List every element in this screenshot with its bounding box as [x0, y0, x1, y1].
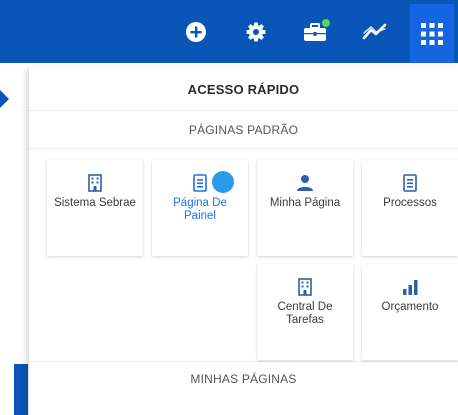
- settings-button[interactable]: [237, 12, 275, 52]
- default-pages-heading: PÁGINAS PADRÃO: [29, 111, 458, 149]
- document-icon: [403, 174, 417, 192]
- tile-label: Sistema Sebrae: [54, 197, 136, 209]
- background-sidebar: [14, 364, 28, 415]
- tile-label: Minha Página: [269, 197, 341, 209]
- person-icon: [297, 175, 313, 191]
- trend-chart-icon: [362, 23, 387, 40]
- add-button[interactable]: [177, 12, 215, 52]
- tile-sistema-sebrae[interactable]: Sistema Sebrae: [47, 160, 143, 256]
- gear-icon: [246, 22, 266, 42]
- tile-orcamento[interactable]: Orçamento: [362, 264, 458, 360]
- apps-button[interactable]: [410, 4, 454, 63]
- panel-title: ACESSO RÁPIDO: [29, 68, 458, 111]
- tile-label: Orçamento: [381, 301, 439, 313]
- briefcase-button[interactable]: [296, 12, 334, 52]
- dropdown-pointer: [0, 90, 9, 108]
- document-icon: [193, 174, 207, 192]
- tile-minha-pagina[interactable]: Minha Página: [257, 160, 353, 256]
- default-pages-grid: Sistema Sebrae Página De Painel Minha Pá…: [29, 149, 458, 361]
- apps-grid-icon: [421, 22, 443, 45]
- cursor-indicator: [212, 171, 234, 193]
- tile-pagina-de-painel[interactable]: Página De Painel: [152, 160, 248, 256]
- quick-access-panel: ACESSO RÁPIDO PÁGINAS PADRÃO Sistema Seb…: [28, 68, 458, 415]
- tile-label: Página De Painel: [173, 197, 227, 222]
- top-toolbar: [0, 0, 458, 63]
- my-pages-heading: MINHAS PÁGINAS: [29, 361, 458, 395]
- building-icon: [298, 278, 312, 296]
- add-circle-icon: [186, 22, 206, 42]
- tile-processos[interactable]: Processos: [362, 160, 458, 256]
- building-icon: [88, 174, 102, 192]
- tile-central-de-tarefas[interactable]: Central De Tarefas: [257, 264, 353, 360]
- tile-label: Processos: [383, 197, 437, 209]
- analytics-button[interactable]: [356, 12, 394, 52]
- notification-dot: [322, 19, 330, 27]
- bar-chart-icon: [403, 280, 418, 295]
- tile-label: Central De Tarefas: [277, 301, 333, 326]
